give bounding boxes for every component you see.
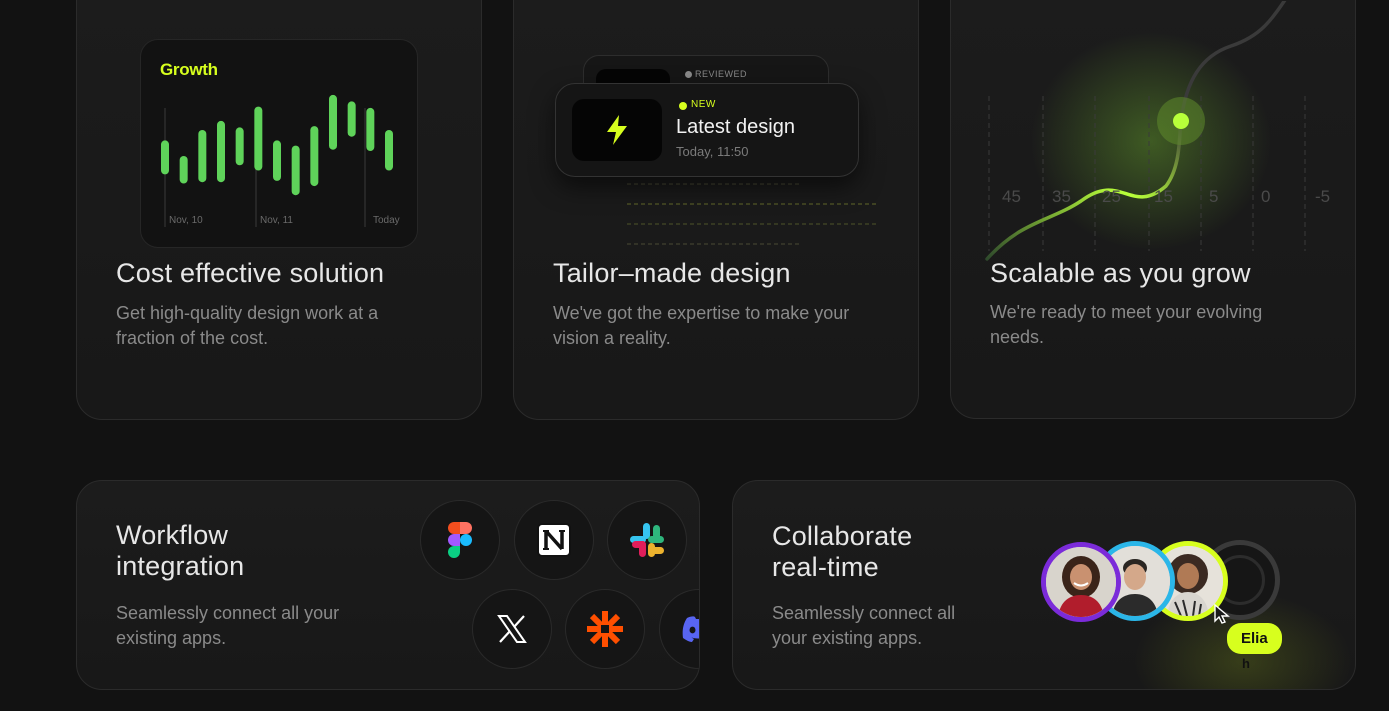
notification-title: Latest design	[676, 116, 795, 138]
scale-label: 45	[1002, 187, 1021, 206]
x-tick-label: Today	[373, 215, 400, 226]
x-icon	[497, 615, 527, 643]
growth-chart: Growth Nov, 10 Nov, 11 Today	[140, 39, 418, 248]
notification-thumbnail	[572, 99, 662, 161]
card-description: Seamlessly connect all your existing app…	[772, 603, 956, 648]
card-tailor-made: REVIEWED NEW Latest design Today, 11:50 …	[513, 0, 919, 420]
x-tick-label: Nov, 11	[260, 215, 293, 226]
notification-timestamp: Today, 11:50	[676, 144, 749, 159]
card-title-line: Collaborate	[772, 521, 913, 551]
slack-icon	[630, 523, 664, 557]
scale-label: -5	[1315, 187, 1331, 206]
status-dot	[685, 71, 692, 78]
discord-icon	[682, 616, 699, 642]
scale-label: 0	[1261, 187, 1271, 206]
card-title: Workflow integration	[116, 520, 244, 582]
scale-label: 15	[1154, 187, 1173, 206]
cursor-name-tag: Elia	[1227, 623, 1282, 654]
app-zapier[interactable]	[565, 589, 645, 669]
growth-curve-graphic	[985, 1, 1306, 261]
zapier-icon	[587, 611, 623, 647]
card-description: We're ready to meet your evolving needs.	[990, 302, 1263, 347]
card-workflow-integration: Workflow integration Seamlessly connect …	[76, 480, 700, 690]
notion-icon	[537, 523, 571, 557]
avatar[interactable]	[1041, 542, 1121, 622]
card-title: Tailor–made design	[553, 258, 791, 288]
card-title-line: real-time	[772, 552, 879, 582]
scale-label: 35	[1052, 187, 1071, 206]
cursor-pointer-icon	[1214, 603, 1230, 624]
app-notion[interactable]	[514, 500, 594, 580]
lightning-bolt-icon	[607, 115, 627, 145]
card-title: Cost effective solution	[116, 258, 385, 288]
app-x[interactable]	[472, 589, 552, 669]
notification-card-new[interactable]: NEW Latest design Today, 11:50	[555, 83, 859, 177]
status-dot	[679, 102, 687, 110]
app-discord[interactable]	[659, 589, 699, 669]
card-title-line: Workflow	[116, 520, 229, 550]
card-description: We've got the expertise to make your vis…	[553, 303, 850, 348]
card-collaborate: Collaborate real-time Seamlessly connect…	[732, 480, 1356, 690]
card-title: Scalable as you grow	[990, 258, 1251, 288]
cursor-name-overflow: h	[1242, 656, 1250, 671]
app-figma[interactable]	[420, 500, 500, 580]
card-description: Get high-quality design work at a fracti…	[116, 303, 379, 348]
figma-icon	[448, 522, 472, 558]
card-title: Collaborate real-time	[772, 521, 912, 583]
status-label: REVIEWED	[695, 69, 748, 79]
x-tick-label: Nov, 10	[169, 215, 203, 226]
person-avatar-icon	[1046, 547, 1116, 617]
card-title-line: integration	[116, 551, 245, 581]
card-description: Seamlessly connect all your existing app…	[116, 603, 340, 648]
status-label: NEW	[691, 99, 716, 110]
app-slack[interactable]	[607, 500, 687, 580]
scale-label: 5	[1209, 187, 1219, 206]
scale-label: 25	[1102, 187, 1121, 206]
card-scalable: 45 35 25 15 5 0 -5 Scalable as you grow …	[950, 0, 1356, 419]
card-cost-effective: Growth Nov, 10 Nov, 11 Today Cost effect…	[76, 0, 482, 420]
